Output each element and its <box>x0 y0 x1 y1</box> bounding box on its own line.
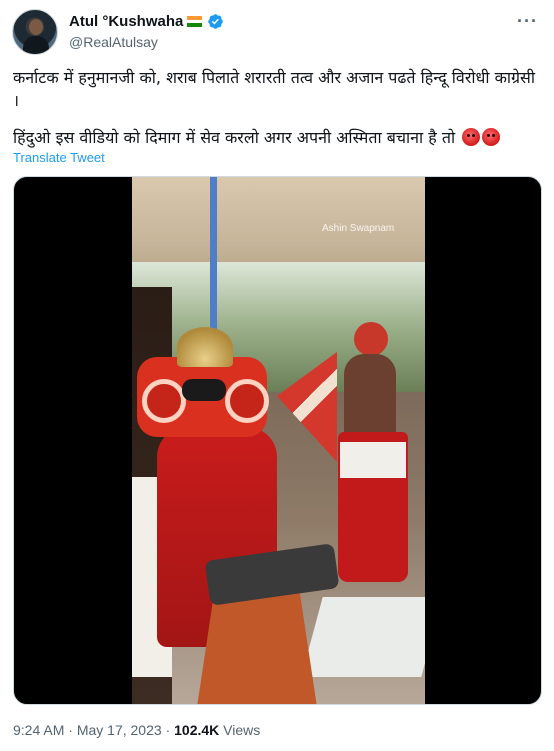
video-frame[interactable]: Ashin Swapnam <box>132 177 425 704</box>
india-flag-icon <box>187 16 203 27</box>
tweet-meta: 9:24 AM · May 17, 2023 · 102.4K Views <box>13 722 260 738</box>
headdress-right-ornament <box>225 379 269 423</box>
tweet-text: कर्नाटक में हनुमानजी को, शराब पिलाते शरा… <box>13 66 538 149</box>
performer-crown <box>177 327 233 367</box>
tweet-paragraph-1: कर्नाटक में हनुमानजी को, शराब पिलाते शरा… <box>13 68 535 110</box>
views-label: Views <box>223 722 261 738</box>
meta-separator: · <box>165 722 171 738</box>
author-display-name[interactable]: Atul °Kushwaha <box>69 13 183 30</box>
drummer-figure <box>332 322 412 622</box>
drummer-cloth <box>340 442 406 478</box>
angry-face-emoji-icon <box>462 128 481 146</box>
headdress-left-ornament <box>142 379 186 423</box>
tweet-time[interactable]: 9:24 AM <box>13 722 64 738</box>
avatar-body <box>23 36 49 54</box>
author-handle[interactable]: @RealAtulsay <box>69 34 158 50</box>
video-player[interactable]: Ashin Swapnam <box>13 176 542 705</box>
angry-face-emoji-icon <box>482 128 501 146</box>
tweet-paragraph-2: हिंदुओ इस वीडियो को दिमाग में सेव करलो अ… <box>13 126 538 149</box>
video-watermark: Ashin Swapnam <box>322 223 395 234</box>
drummer-head <box>354 322 388 356</box>
performer-face-mask <box>182 379 226 401</box>
views-count: 102.4K <box>174 722 220 738</box>
tweet-date[interactable]: May 17, 2023 <box>77 722 162 738</box>
translate-tweet-link[interactable]: Translate Tweet <box>13 150 105 165</box>
tweet-header: Atul °Kushwaha @RealAtulsay ··· <box>12 9 542 55</box>
more-options-icon[interactable]: ··· <box>517 11 538 32</box>
verified-badge-icon <box>208 14 224 29</box>
avatar-face <box>29 19 43 35</box>
tweet-paragraph-2-text: हिंदुओ इस वीडियो को दिमाग में सेव करलो अ… <box>13 128 456 147</box>
performer-figure <box>137 327 340 704</box>
meta-separator: · <box>68 722 73 738</box>
drummer-torso <box>344 354 396 444</box>
avatar[interactable] <box>12 9 58 55</box>
author-name-row: Atul °Kushwaha <box>69 13 224 30</box>
